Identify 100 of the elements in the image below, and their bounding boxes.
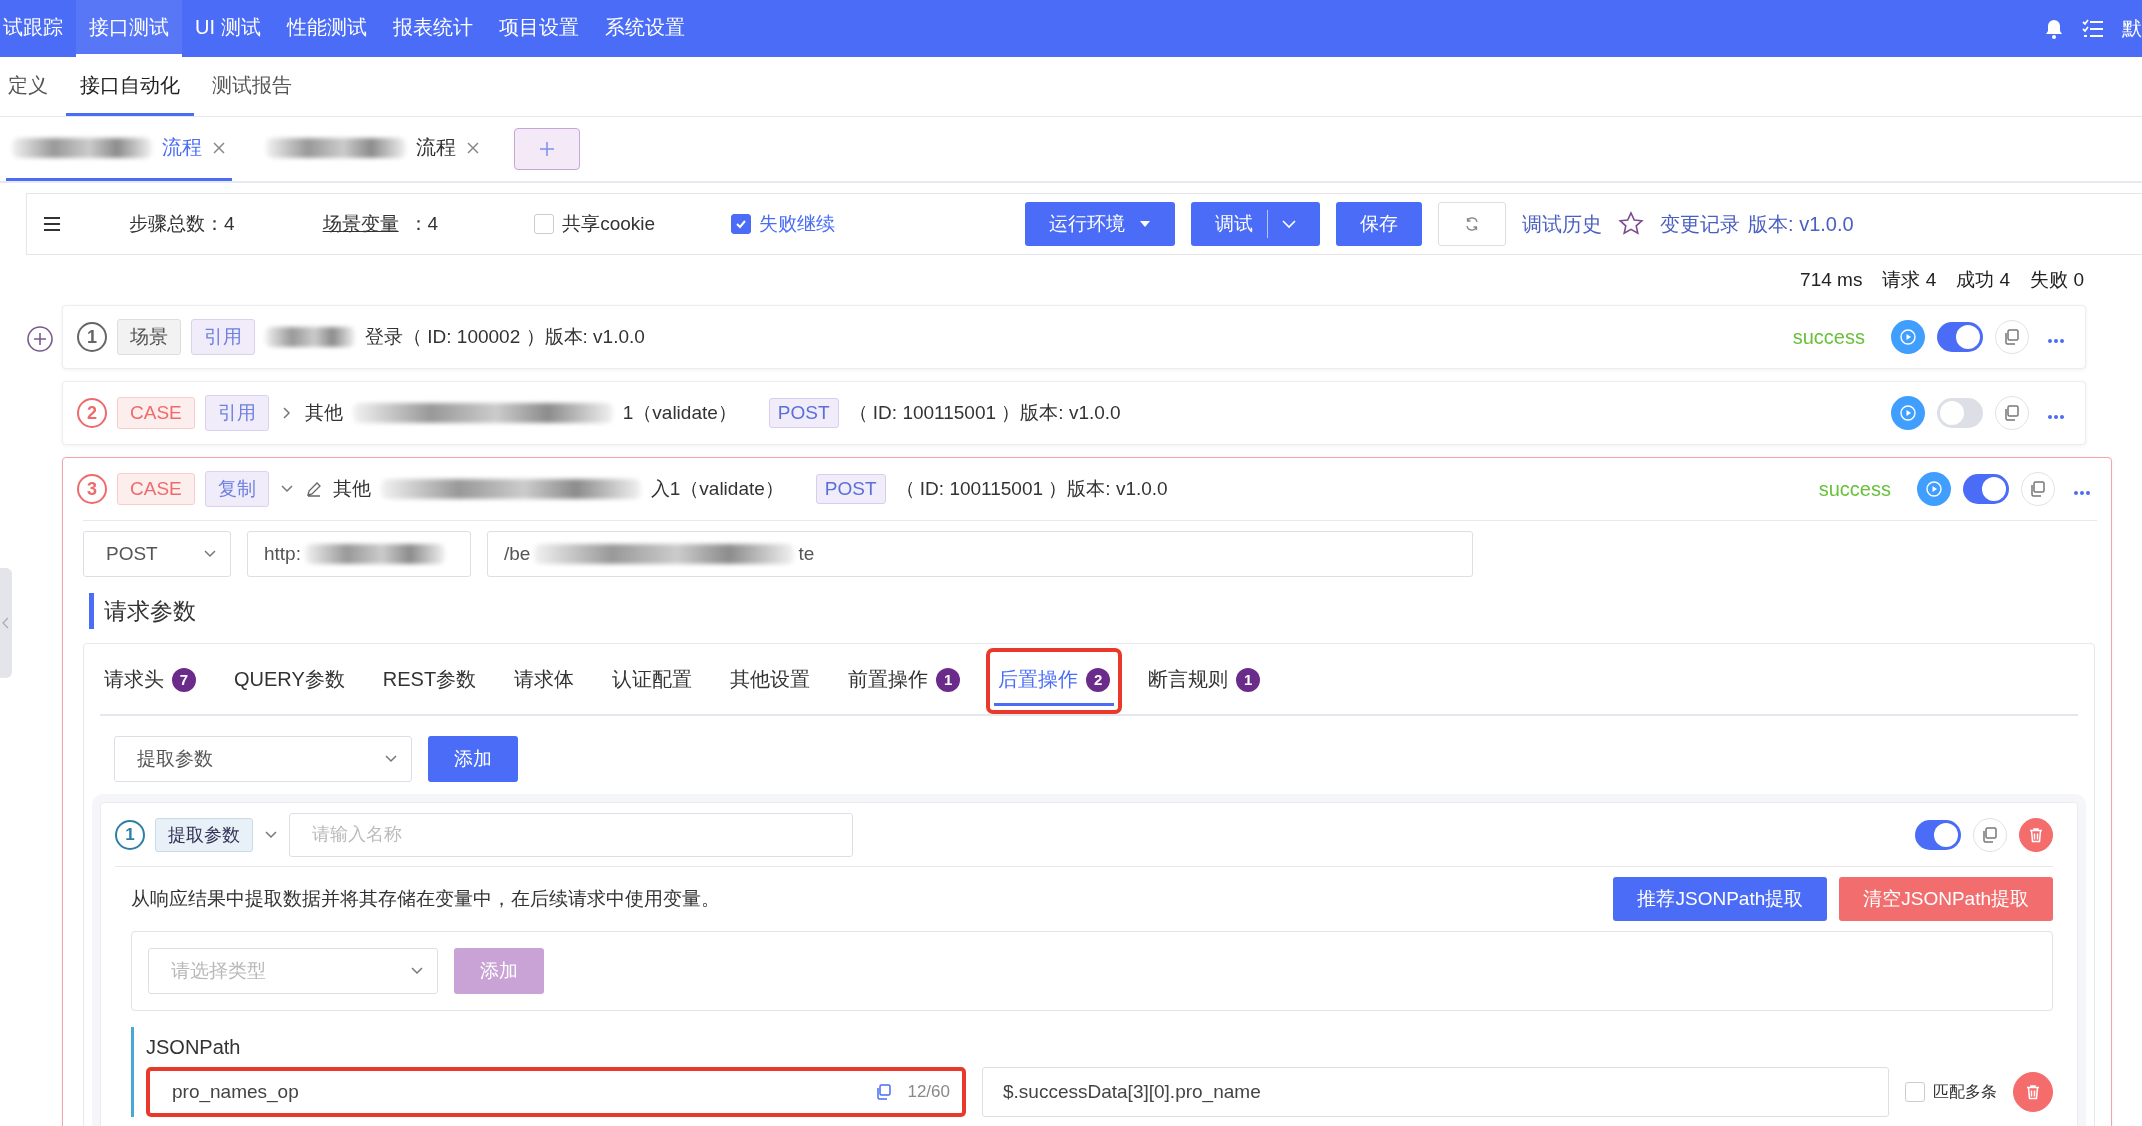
- stat-text: 714 ms: [1800, 269, 1863, 291]
- trash-icon[interactable]: [2027, 825, 2045, 844]
- copy-icon[interactable]: [2003, 404, 2021, 422]
- star-icon[interactable]: [1618, 211, 1645, 237]
- params-tab[interactable]: 后置操作 2: [986, 648, 1123, 714]
- method-tag: POST: [768, 398, 839, 428]
- copy-icon[interactable]: [875, 1083, 894, 1101]
- checkbox-label: 共享cookie: [562, 212, 656, 236]
- enable-toggle[interactable]: [1937, 398, 1983, 428]
- step-number: 1: [77, 322, 107, 352]
- section-title: 请求参数: [89, 593, 2091, 629]
- plus-icon[interactable]: [538, 140, 556, 158]
- add-tab-button[interactable]: [514, 128, 580, 170]
- nav-item[interactable]: 报表统计: [379, 0, 486, 57]
- sub-nav-item[interactable]: 测试报告: [198, 57, 306, 116]
- action-select[interactable]: 提取参数: [114, 736, 412, 782]
- chevron-down-icon[interactable]: [1282, 219, 1297, 229]
- step-number: 2: [77, 398, 107, 428]
- checkbox[interactable]: [1905, 1082, 1925, 1102]
- step-type-tag: CASE: [117, 397, 195, 429]
- editor-tab[interactable]: 流程: [6, 117, 232, 181]
- name-input[interactable]: 请输入名称: [289, 812, 853, 857]
- chevron-left-icon[interactable]: [2, 617, 10, 629]
- collapse-handle[interactable]: [0, 568, 12, 678]
- enable-toggle[interactable]: [1937, 322, 1983, 352]
- close-icon[interactable]: [466, 140, 480, 155]
- run-button[interactable]: [1917, 472, 1951, 506]
- variable-field[interactable]: pro_names_op 12/60: [146, 1067, 966, 1117]
- run-button[interactable]: [1891, 320, 1925, 354]
- params-tab[interactable]: 前置操作 1: [836, 648, 973, 714]
- caret-icon[interactable]: [1139, 220, 1152, 228]
- task-list-icon[interactable]: [2082, 18, 2104, 39]
- char-counter: 12/60: [907, 1082, 950, 1102]
- add-button[interactable]: 添加: [428, 736, 518, 782]
- nav-item[interactable]: 性能测试: [273, 0, 380, 57]
- expression-field[interactable]: $.successData[3][0].pro_name: [982, 1067, 1889, 1117]
- nav-item[interactable]: 接口测试: [76, 0, 182, 57]
- copy-button[interactable]: [1995, 320, 2029, 354]
- bell-icon[interactable]: [2044, 17, 2064, 40]
- enable-toggle[interactable]: [1963, 474, 2009, 504]
- step-source-tag: 引用: [204, 395, 269, 431]
- params-tab[interactable]: 请求体: [502, 648, 587, 714]
- add-step-icon[interactable]: [26, 325, 54, 353]
- copy-button[interactable]: [2021, 472, 2055, 506]
- more-icon[interactable]: [2073, 489, 2091, 496]
- suggest-button[interactable]: 推荐JSONPath提取: [1613, 877, 1828, 921]
- nav-item[interactable]: 项目设置: [485, 0, 592, 57]
- play-icon[interactable]: [1899, 404, 1917, 422]
- history-link[interactable]: 调试历史: [1522, 210, 1603, 238]
- params-tab[interactable]: 请求头 7: [92, 648, 208, 714]
- copy-button[interactable]: [1973, 817, 2007, 852]
- close-icon[interactable]: [212, 140, 226, 155]
- run-button[interactable]: [1891, 396, 1925, 430]
- params-tab[interactable]: 断言规则 1: [1136, 648, 1273, 714]
- delete-button[interactable]: [2013, 1072, 2053, 1112]
- step-name: 其他: [332, 477, 371, 501]
- delete-button[interactable]: [2019, 817, 2053, 852]
- more-icon[interactable]: [2047, 337, 2065, 344]
- trash-icon[interactable]: [2024, 1083, 2042, 1101]
- play-icon[interactable]: [1925, 480, 1943, 498]
- path-field[interactable]: /be te: [487, 531, 1473, 577]
- sub-nav-item[interactable]: 定义: [0, 57, 62, 116]
- step-id: （ ID: 100115001 ）版本: v1.0.0: [848, 401, 1121, 425]
- changes-link[interactable]: 变更记录: [1660, 210, 1741, 238]
- version-text: 版本: v1.0.0: [1748, 211, 1854, 237]
- copy-icon[interactable]: [1981, 825, 1999, 844]
- step-type-tag: 场景: [117, 319, 181, 355]
- variables-count: ：4: [408, 212, 439, 236]
- params-tab[interactable]: QUERY参数: [222, 648, 357, 714]
- menu-icon[interactable]: [43, 216, 61, 232]
- pencil-icon[interactable]: [304, 480, 323, 498]
- more-icon[interactable]: [2047, 413, 2065, 420]
- environment-button[interactable]: 运行环境: [1025, 202, 1176, 246]
- checkbox[interactable]: [534, 214, 555, 234]
- variables-link[interactable]: 场景变量: [322, 211, 399, 237]
- sub-nav-item[interactable]: 接口自动化: [66, 57, 194, 116]
- editor-tab[interactable]: 流程: [260, 117, 486, 181]
- params-tab[interactable]: 其他设置: [718, 648, 823, 714]
- host-field[interactable]: http:: [247, 531, 471, 577]
- user-name[interactable]: 默: [2122, 15, 2142, 42]
- params-tab[interactable]: 认证配置: [600, 648, 705, 714]
- step-source-tag: 复制: [204, 471, 269, 507]
- copy-icon[interactable]: [2003, 328, 2021, 346]
- method-select[interactable]: POST: [83, 531, 231, 577]
- enable-toggle[interactable]: [1915, 819, 1961, 850]
- nav-item[interactable]: UI 测试: [182, 0, 274, 57]
- copy-button[interactable]: [1995, 396, 2029, 430]
- step-title: 登录（ ID: 100002 ）版本: v1.0.0: [365, 325, 645, 349]
- nav-item[interactable]: 系统设置: [591, 0, 698, 57]
- play-icon[interactable]: [1899, 328, 1917, 346]
- nav-item[interactable]: 试跟踪: [0, 0, 76, 57]
- params-tab[interactable]: REST参数: [370, 648, 489, 714]
- debug-button[interactable]: 调试: [1191, 202, 1321, 246]
- step-title: 1（validate）: [622, 401, 737, 425]
- step-source-tag: 引用: [191, 319, 255, 355]
- count-badge: 1: [1236, 667, 1261, 692]
- copy-icon[interactable]: [2029, 480, 2047, 498]
- checkbox-label: 匹配多条: [1933, 1081, 1997, 1102]
- step-id: （ ID: 100115001 ）版本: v1.0.0: [895, 477, 1168, 501]
- save-button[interactable]: 保存: [1336, 202, 1423, 246]
